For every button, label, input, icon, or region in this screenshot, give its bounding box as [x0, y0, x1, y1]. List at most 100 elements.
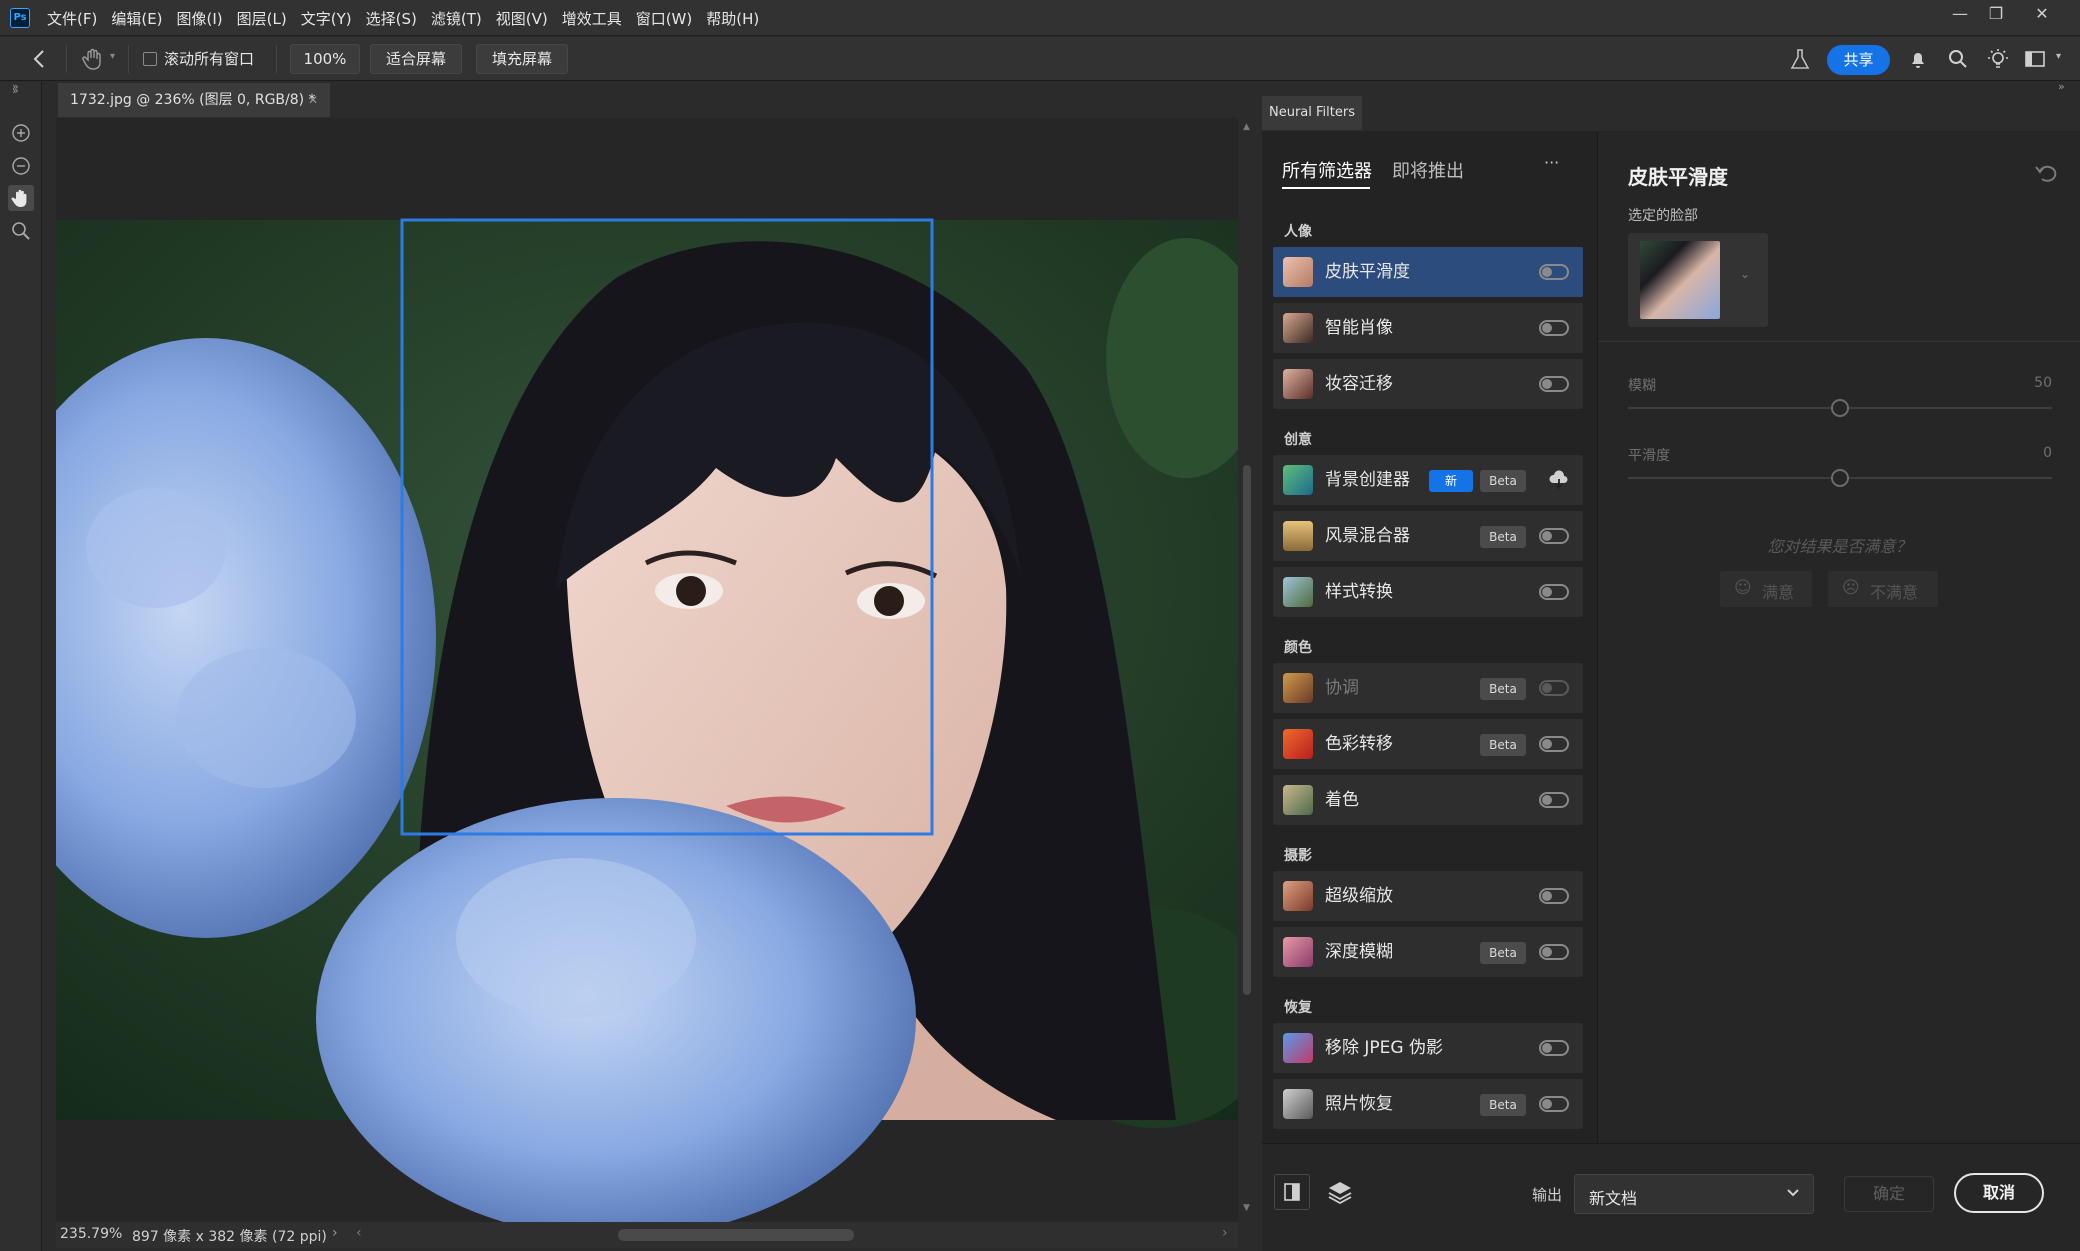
filter-makeup-transfer[interactable]: 妆容迁移 — [1273, 359, 1583, 409]
frown-icon: ☹ — [1842, 578, 1860, 598]
chevron-right-icon[interactable]: › — [332, 1225, 338, 1241]
status-zoom[interactable]: 235.79% — [60, 1226, 122, 1242]
scroll-left-icon[interactable]: ‹ — [356, 1225, 362, 1241]
menu-list: 文件(F) 编辑(E) 图像(I) 图层(L) 文字(Y) 选择(S) 滤镜(T… — [40, 0, 766, 36]
menu-edit[interactable]: 编辑(E) — [104, 8, 169, 29]
chevron-down-icon[interactable]: ▾ — [2056, 51, 2061, 62]
tab-coming-soon[interactable]: 即将推出 — [1392, 157, 1464, 183]
layers-icon[interactable] — [1324, 1176, 1356, 1208]
options-bar: ▾ 滚动所有窗口 100% 适合屏幕 填充屏幕 共享 ▾ — [0, 37, 2080, 81]
filter-toggle[interactable] — [1539, 736, 1569, 752]
zoom-in-circle-icon[interactable] — [8, 120, 34, 146]
filter-depth-blur[interactable]: 深度模糊 Beta — [1273, 927, 1583, 977]
ok-button[interactable]: 确定 — [1844, 1176, 1934, 1212]
horizontal-scroll-thumb[interactable] — [618, 1229, 854, 1241]
status-bar: 235.79% 897 像素 x 382 像素 (72 ppi) › ‹ › — [56, 1222, 1238, 1248]
menu-filter[interactable]: 滤镜(T) — [424, 8, 489, 29]
chevron-down-icon[interactable]: ⌄ — [1740, 267, 1750, 281]
collapse-right-icon[interactable]: » — [2058, 80, 2065, 93]
smoothness-slider-handle[interactable] — [1831, 469, 1849, 487]
cloud-download-icon[interactable] — [1547, 468, 1571, 492]
close-window-icon[interactable]: ✕ — [2024, 0, 2060, 28]
photoshop-logo: Ps — [10, 8, 30, 28]
menu-plugins[interactable]: 增效工具 — [555, 8, 629, 29]
filter-toggle[interactable] — [1539, 1096, 1569, 1112]
scroll-all-checkbox[interactable] — [143, 52, 157, 66]
menu-file[interactable]: 文件(F) — [40, 8, 104, 29]
filter-super-zoom[interactable]: 超级缩放 — [1273, 871, 1583, 921]
feedback-question: 您对结果是否满意？ — [1767, 537, 1912, 556]
style-transfer-icon — [1283, 577, 1313, 607]
face-selector[interactable]: ⌄ — [1628, 233, 1768, 327]
flask-icon[interactable] — [1788, 47, 1812, 71]
filter-skin-smoothing[interactable]: 皮肤平滑度 — [1273, 247, 1583, 297]
menu-help[interactable]: 帮助(H) — [699, 8, 766, 29]
filter-label: 样式转换 — [1325, 582, 1393, 602]
hand-tool-icon[interactable] — [8, 185, 34, 211]
unsatisfied-button[interactable]: ☹ 不满意 — [1828, 571, 1938, 607]
vertical-scrollbar[interactable]: ▲ ▼ — [1240, 118, 1254, 1224]
minimize-icon[interactable]: — — [1942, 0, 1978, 28]
lightbulb-icon[interactable] — [1986, 47, 2010, 71]
bell-icon[interactable] — [1906, 47, 1930, 71]
output-select[interactable]: 新文档 — [1574, 1174, 1814, 1214]
menu-view[interactable]: 视图(V) — [489, 8, 555, 29]
filter-smart-portrait[interactable]: 智能肖像 — [1273, 303, 1583, 353]
scroll-right-icon[interactable]: › — [1222, 1225, 1228, 1241]
hand-tool-icon[interactable] — [80, 46, 106, 72]
reset-icon[interactable] — [2034, 161, 2060, 185]
back-arrow-icon[interactable] — [28, 47, 52, 71]
cancel-button[interactable]: 取消 — [1954, 1173, 2044, 1213]
filter-label: 色彩转移 — [1325, 734, 1393, 754]
fit-screen-button[interactable]: 适合屏幕 — [370, 44, 462, 74]
filter-toggle[interactable] — [1539, 1040, 1569, 1056]
filter-toggle[interactable] — [1539, 680, 1569, 696]
canvas-area[interactable] — [0, 118, 1276, 1238]
category-color: 颜色 — [1284, 640, 1312, 656]
search-icon[interactable] — [1946, 47, 1970, 71]
tab-all-filters[interactable]: 所有筛选器 — [1282, 157, 1372, 183]
filter-photo-restoration[interactable]: 照片恢复 Beta — [1273, 1079, 1583, 1129]
menu-window[interactable]: 窗口(W) — [629, 8, 700, 29]
filter-toggle[interactable] — [1539, 888, 1569, 904]
document-tab[interactable]: 1732.jpg @ 236% (图层 0, RGB/8) * ✕ — [58, 83, 330, 117]
menu-select[interactable]: 选择(S) — [359, 8, 424, 29]
filter-color-transfer[interactable]: 色彩转移 Beta — [1273, 719, 1583, 769]
filter-landscape-mixer[interactable]: 风景混合器 Beta — [1273, 511, 1583, 561]
neural-filters-tab[interactable]: Neural Filters — [1262, 96, 1362, 130]
filter-toggle[interactable] — [1539, 792, 1569, 808]
zoom-out-circle-icon[interactable] — [8, 153, 34, 179]
menu-image[interactable]: 图像(I) — [170, 8, 230, 29]
share-button[interactable]: 共享 — [1827, 45, 1890, 75]
filter-colorize[interactable]: 着色 — [1273, 775, 1583, 825]
filter-style-transfer[interactable]: 样式转换 — [1273, 567, 1583, 617]
new-badge: 新 — [1429, 470, 1473, 492]
filter-toggle[interactable] — [1539, 376, 1569, 392]
chevron-down-icon[interactable]: ▾ — [110, 51, 115, 62]
filter-harmonization[interactable]: 协调 Beta — [1273, 663, 1583, 713]
filter-toggle[interactable] — [1539, 320, 1569, 336]
filter-toggle[interactable] — [1539, 528, 1569, 544]
menu-layer[interactable]: 图层(L) — [230, 8, 294, 29]
filter-background-creator[interactable]: 背景创建器 新 Beta — [1273, 455, 1583, 505]
satisfied-button[interactable]: ☺ 满意 — [1720, 571, 1812, 607]
show-preview-icon[interactable] — [1274, 1174, 1310, 1210]
collapse-left-icon[interactable]: » — [12, 80, 19, 93]
filter-toggle[interactable] — [1539, 944, 1569, 960]
menu-type[interactable]: 文字(Y) — [294, 8, 359, 29]
fill-screen-button[interactable]: 填充屏幕 — [476, 44, 568, 74]
workspace-icon[interactable] — [2024, 49, 2048, 69]
beta-badge: Beta — [1480, 470, 1526, 492]
zoom-level-button[interactable]: 100% — [290, 44, 360, 74]
scroll-thumb[interactable] — [1243, 465, 1251, 995]
maximize-icon[interactable]: ❐ — [1978, 0, 2014, 28]
filter-label: 背景创建器 — [1325, 470, 1410, 490]
filter-toggle[interactable] — [1539, 264, 1569, 280]
close-tab-icon[interactable]: ✕ — [308, 83, 318, 117]
smoothness-label: 平滑度 — [1628, 448, 1670, 464]
blur-slider-handle[interactable] — [1831, 399, 1849, 417]
filter-toggle[interactable] — [1539, 584, 1569, 600]
zoom-tool-icon[interactable] — [8, 218, 34, 244]
filter-remove-jpeg-artifacts[interactable]: 移除 JPEG 伪影 — [1273, 1023, 1583, 1073]
more-options-icon[interactable]: ··· — [1544, 153, 1559, 172]
